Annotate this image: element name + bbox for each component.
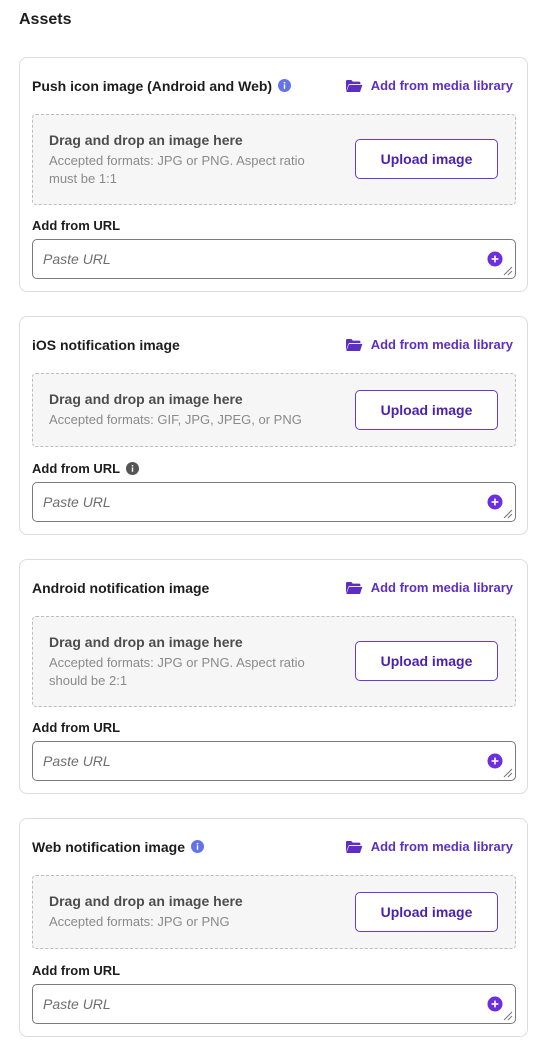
add-from-url-label: Add from URL [32, 461, 140, 476]
info-icon[interactable] [126, 462, 140, 475]
upload-image-button[interactable]: Upload image [355, 139, 498, 179]
media-library-label: Add from media library [370, 580, 513, 595]
paste-url-input[interactable] [33, 985, 473, 1023]
image-dropzone[interactable]: Drag and drop an image here Accepted for… [32, 616, 516, 707]
folder-open-icon [345, 79, 363, 92]
card-title-text: Web notification image [32, 839, 185, 855]
card-title: Android notification image [32, 580, 209, 596]
dropzone-title: Drag and drop an image here [49, 634, 243, 650]
add-from-media-library-link[interactable]: Add from media library [345, 580, 513, 595]
url-label-text: Add from URL [32, 218, 121, 233]
url-label-text: Add from URL [32, 461, 121, 476]
dropzone-description: Accepted formats: JPG or PNG [49, 914, 230, 929]
url-field[interactable] [32, 482, 516, 522]
info-icon[interactable] [190, 840, 204, 856]
paste-url-input[interactable] [33, 483, 473, 521]
card-title-text: Android notification image [32, 580, 210, 596]
url-label-text: Add from URL [32, 720, 121, 735]
card-title: iOS notification image [32, 337, 180, 353]
add-plus-icon[interactable] [487, 251, 503, 267]
dropzone-description: Accepted formats: GIF, JPG, JPEG, or PNG [49, 412, 302, 427]
resize-handle-icon[interactable] [503, 1011, 513, 1021]
resize-handle-icon[interactable] [503, 509, 513, 519]
upload-image-button[interactable]: Upload image [355, 390, 498, 430]
image-dropzone[interactable]: Drag and drop an image here Accepted for… [32, 373, 516, 447]
resize-handle-icon[interactable] [503, 266, 513, 276]
media-library-label: Add from media library [370, 78, 513, 93]
folder-open-icon [345, 338, 363, 351]
media-library-label: Add from media library [370, 839, 513, 854]
paste-url-input[interactable] [33, 240, 473, 278]
add-from-media-library-link[interactable]: Add from media library [345, 337, 513, 352]
asset-card-ios: iOS notification image Add from media li… [19, 316, 528, 535]
folder-open-icon [345, 840, 363, 853]
add-from-media-library-link[interactable]: Add from media library [345, 78, 513, 93]
card-title: Push icon image (Android and Web) [32, 78, 292, 95]
asset-card-push-icon: Push icon image (Android and Web) Add fr… [19, 57, 528, 292]
card-title-text: iOS notification image [32, 337, 180, 353]
image-dropzone[interactable]: Drag and drop an image here Accepted for… [32, 875, 516, 949]
dropzone-description: Accepted formats: JPG or PNG. Aspect rat… [49, 153, 305, 186]
info-icon[interactable] [278, 79, 292, 95]
paste-url-input[interactable] [33, 742, 473, 780]
url-field[interactable] [32, 239, 516, 279]
folder-open-icon [345, 581, 363, 594]
card-title-text: Push icon image (Android and Web) [32, 78, 273, 94]
add-from-url-label: Add from URL [32, 720, 120, 735]
dropzone-description: Accepted formats: JPG or PNG. Aspect rat… [49, 655, 305, 688]
upload-image-button[interactable]: Upload image [355, 641, 498, 681]
image-dropzone[interactable]: Drag and drop an image here Accepted for… [32, 114, 516, 205]
dropzone-title: Drag and drop an image here [49, 893, 243, 909]
section-title: Assets [19, 11, 72, 28]
media-library-label: Add from media library [370, 337, 513, 352]
dropzone-title: Drag and drop an image here [49, 391, 243, 407]
url-field[interactable] [32, 984, 516, 1024]
add-plus-icon[interactable] [487, 753, 503, 769]
add-plus-icon[interactable] [487, 996, 503, 1012]
add-from-url-label: Add from URL [32, 218, 120, 233]
dropzone-title: Drag and drop an image here [49, 132, 243, 148]
asset-card-android: Android notification image Add from medi… [19, 559, 528, 794]
resize-handle-icon[interactable] [503, 768, 513, 778]
url-label-text: Add from URL [32, 963, 121, 978]
add-plus-icon[interactable] [487, 494, 503, 510]
add-from-url-label: Add from URL [32, 963, 120, 978]
url-field[interactable] [32, 741, 516, 781]
asset-card-web: Web notification image Add from media li… [19, 818, 528, 1037]
add-from-media-library-link[interactable]: Add from media library [345, 839, 513, 854]
card-title: Web notification image [32, 839, 204, 856]
upload-image-button[interactable]: Upload image [355, 892, 498, 932]
